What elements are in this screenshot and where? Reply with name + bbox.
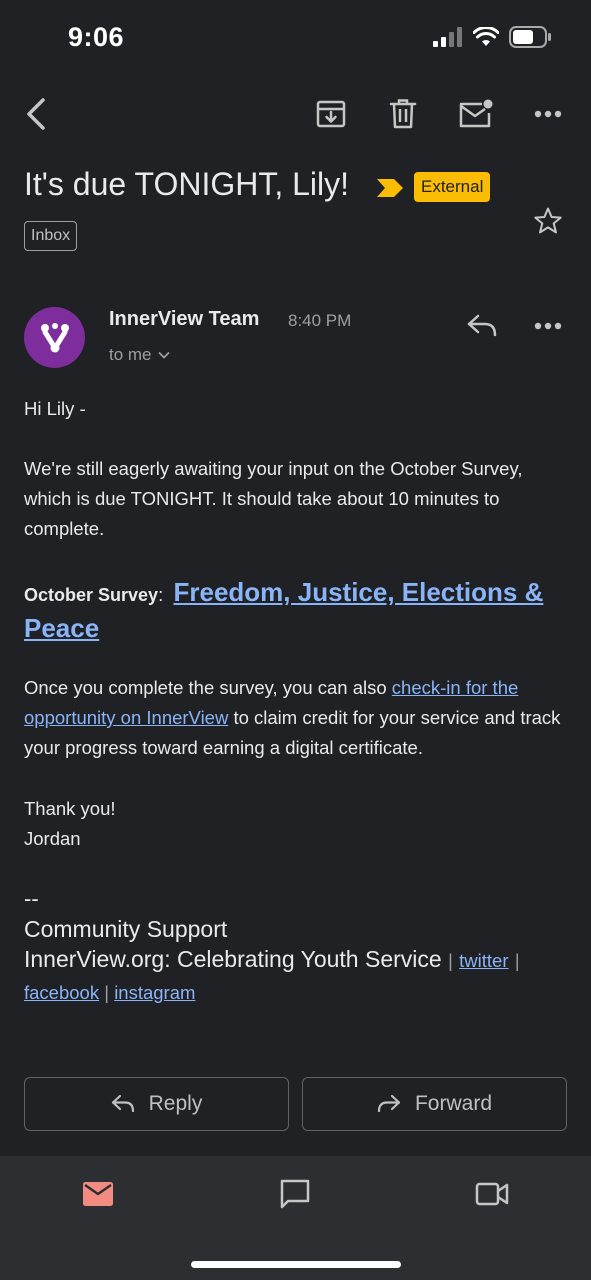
delete-button[interactable] [385,95,421,133]
label-chip-inbox[interactable]: Inbox [24,221,78,251]
forward-label: Forward [414,1092,493,1115]
sender-name[interactable]: InnerView Team [109,308,259,331]
home-indicator[interactable] [191,1261,401,1268]
thanks-line: Thank you! [24,798,116,819]
archive-icon [316,100,346,128]
signature-line-1: Community Support [24,916,228,942]
signer-name: Jordan [24,828,81,849]
importance-marker-icon[interactable] [376,178,404,203]
instagram-link[interactable]: instagram [114,982,195,1003]
mail-icon [83,1182,113,1206]
meet-icon [475,1182,509,1206]
reply-icon [467,314,497,337]
recipient-details-toggle[interactable]: to me [109,345,170,365]
chat-icon [280,1179,310,1209]
separator: | [104,982,110,1003]
more-icon [534,110,562,118]
survey-colon: : [158,584,164,605]
archive-button[interactable] [312,95,350,133]
reply-icon-button[interactable] [464,310,500,342]
forward-icon [377,1094,401,1113]
reply-button[interactable]: Reply [24,1077,289,1131]
signature-line-2: InnerView.org: Celebrating Youth Service… [24,944,572,976]
separator: | [514,951,520,971]
status-icons [433,26,551,48]
battery-icon [509,26,551,48]
sent-time: 8:40 PM [288,311,352,330]
back-arrow-icon [27,98,45,130]
email-subject: It's due TONIGHT, Lily! [24,166,350,202]
twitter-link[interactable]: twitter [459,950,508,971]
facebook-link[interactable]: facebook [24,982,99,1003]
signature-org: InnerView.org: Celebrating Youth Service [24,946,442,972]
forward-button[interactable]: Forward [302,1077,567,1131]
nav-meet[interactable] [462,1174,522,1214]
nav-mail[interactable] [68,1174,128,1214]
innerview-logo-icon [40,322,69,352]
survey-line: October Survey: Freedom, Justice, Electi… [24,576,572,647]
message-more-button[interactable] [530,316,566,336]
trash-icon [389,99,417,129]
survey-label: October Survey [24,585,159,605]
chevron-down-icon [157,351,170,359]
body-paragraph-3: Once you complete the survey, you can al… [24,673,572,763]
paragraph-3-text-before: Once you complete the survey, you can al… [24,677,392,698]
nav-chat[interactable] [265,1174,325,1214]
mark-unread-icon [459,99,493,128]
signature-dashes: -- [24,886,39,911]
reply-label: Reply [148,1092,203,1115]
mark-unread-button[interactable] [456,95,496,133]
reply-icon [111,1094,134,1113]
recipient-label: to me [109,345,152,364]
external-badge: External [414,172,491,202]
greeting: Hi Lily - [24,398,86,419]
sender-avatar[interactable] [24,307,85,368]
signal-icon [433,27,462,47]
star-button[interactable] [530,203,566,239]
wifi-icon [473,27,499,46]
more-options-button[interactable] [530,100,566,128]
status-time: 9:06 [68,22,125,52]
more-icon [534,322,562,330]
back-button[interactable] [18,94,54,134]
signature-line-3: facebook | instagram [24,978,572,1008]
body-paragraph-1: We're still eagerly awaiting your input … [24,458,523,539]
separator: | [448,951,453,971]
star-icon [534,207,562,234]
